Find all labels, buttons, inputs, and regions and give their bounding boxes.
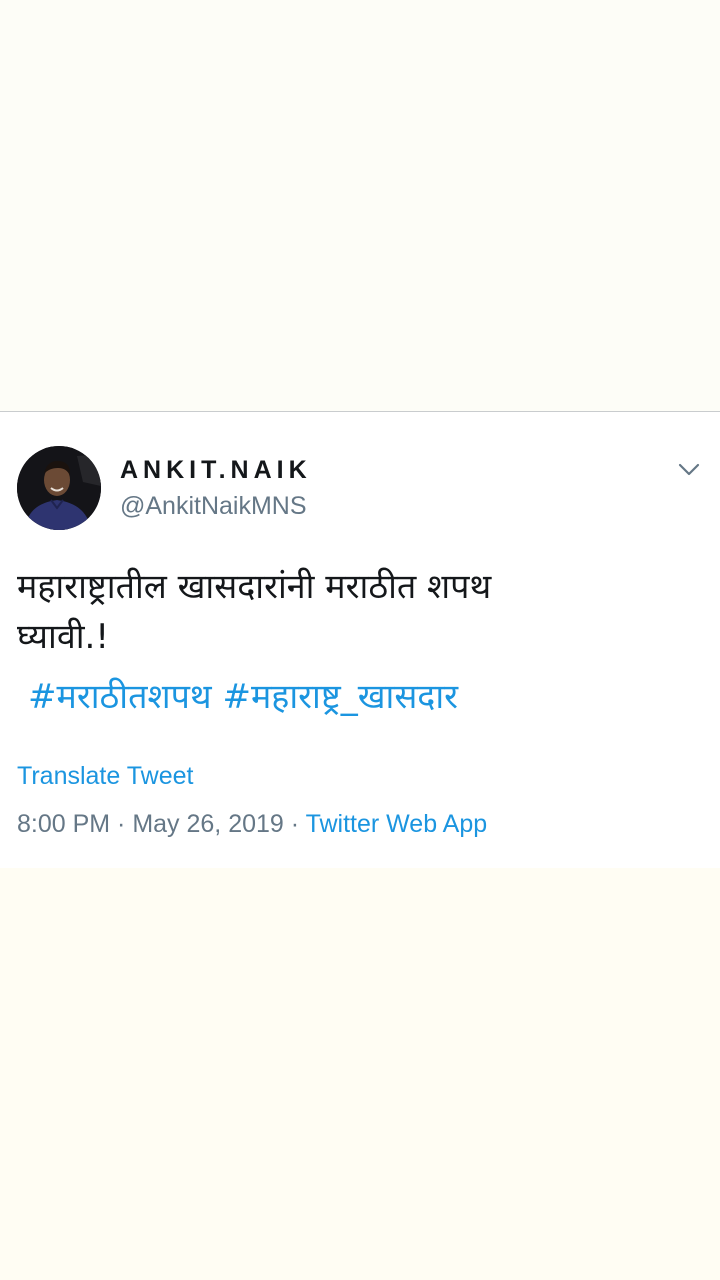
tweet-text: महाराष्ट्रातील खासदारांनी मराठीत शपथ घ्य… [17,562,697,662]
tweet-time: 8:00 PM [17,810,111,838]
separator-dot: · [110,810,133,838]
display-name[interactable]: ANKIT.NAIK [120,456,312,485]
translate-tweet-link[interactable]: Translate Tweet [17,762,193,791]
tweet-metadata: 8:00 PM · May 26, 2019 · Twitter Web App [17,810,487,839]
hashtag-link[interactable]: #मराठीतशपथ [28,677,212,717]
user-handle[interactable]: @AnkitNaikMNS [120,492,307,521]
tweet-source-link[interactable]: Twitter Web App [306,810,488,838]
tweet-card: ANKIT.NAIK @AnkitNaikMNS महाराष्ट्रातील … [0,411,720,868]
top-blank-area [0,0,720,411]
tweet-date: May 26, 2019 [132,810,284,838]
hashtag-link[interactable]: #महाराष्ट्र_खासदार [222,677,458,717]
tweet-text-line: घ्यावी.! [17,617,109,657]
tweet-text-line: महाराष्ट्रातील खासदारांनी मराठीत शपथ [17,567,492,607]
bottom-blank-area [0,868,720,1280]
avatar[interactable] [17,446,101,530]
separator-dot: · [283,810,306,838]
hashtags: #मराठीतशपथ #महाराष्ट्र_खासदार [28,672,458,722]
chevron-down-icon[interactable] [676,456,702,482]
